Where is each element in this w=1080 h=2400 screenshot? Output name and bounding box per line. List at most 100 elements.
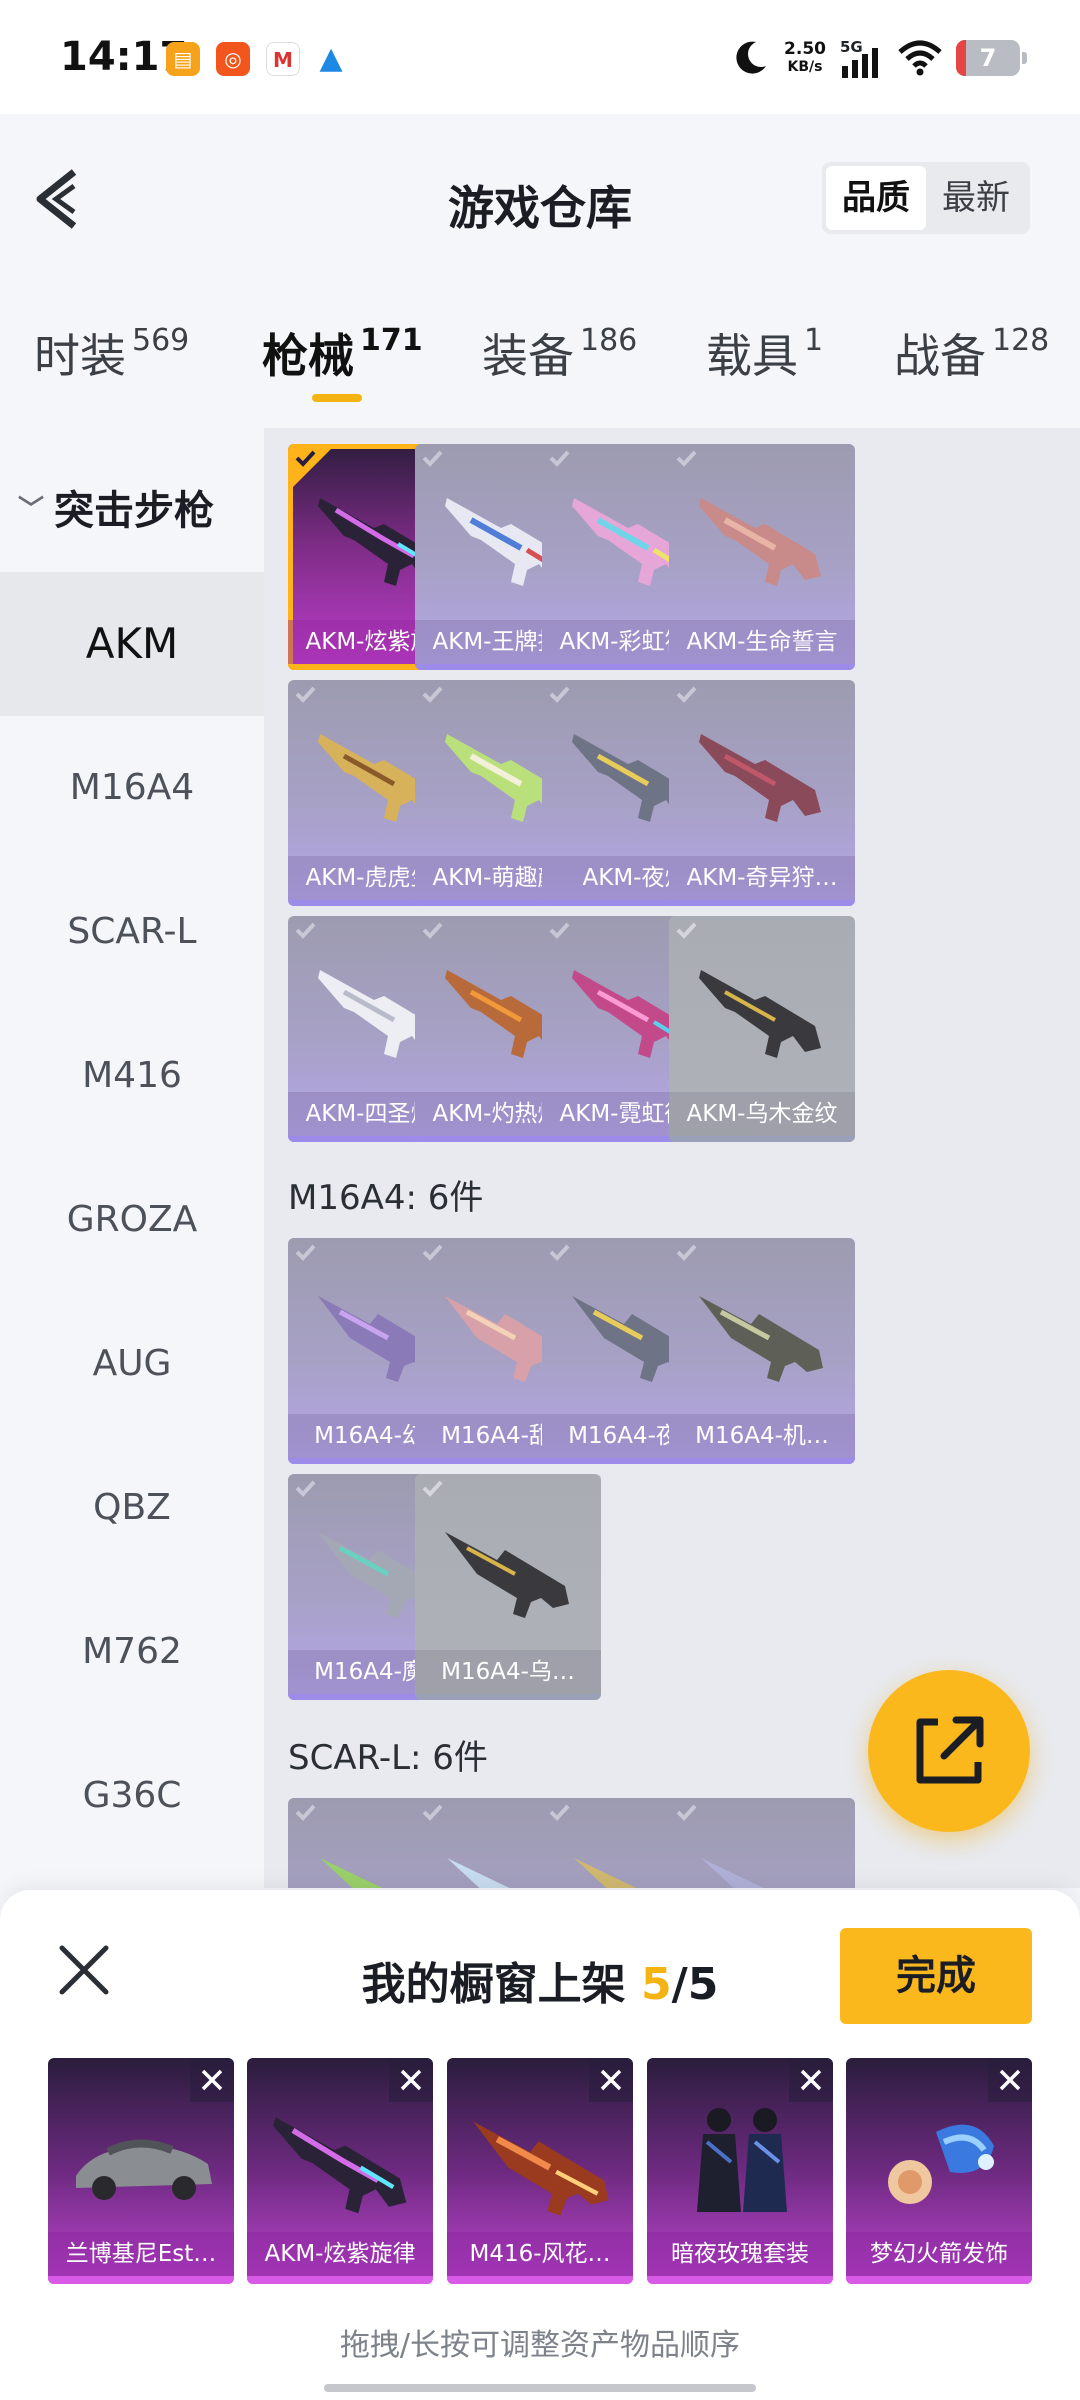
- skin-card[interactable]: AKM-生命誓言: [669, 444, 855, 670]
- remove-icon[interactable]: [389, 2058, 433, 2102]
- sort-quality-option[interactable]: 品质: [826, 166, 926, 230]
- gmail-icon: M: [266, 42, 300, 76]
- check-icon: [549, 1804, 570, 1821]
- tab-vehicles[interactable]: 载具 1: [706, 320, 823, 386]
- check-icon: [295, 1244, 316, 1261]
- skin-card[interactable]: AKM-奇异狩…: [669, 680, 855, 906]
- sidebar-item-groza[interactable]: GROZA: [0, 1148, 264, 1292]
- active-tab-indicator: [312, 394, 362, 402]
- sort-toggle[interactable]: 品质 最新: [822, 162, 1030, 234]
- check-icon: [295, 1804, 316, 1821]
- skin-name: M16A4-乌…: [415, 1650, 601, 1694]
- sidebar-group-assault-rifles[interactable]: ﹀ 突击步枪: [18, 478, 214, 536]
- shelf-item[interactable]: AKM-炫紫旋律: [247, 2058, 433, 2284]
- shelf-item[interactable]: M416-风花…: [447, 2058, 633, 2284]
- remove-icon[interactable]: [789, 2058, 833, 2102]
- sort-newest-option[interactable]: 最新: [926, 166, 1026, 230]
- wifi-icon: [898, 40, 942, 76]
- taobao-app-icon: ◎: [216, 42, 250, 76]
- shelf-item-name: AKM-炫紫旋律: [247, 2232, 433, 2276]
- home-indicator[interactable]: [324, 2384, 756, 2392]
- cell-signal-icon: 5G: [840, 38, 884, 78]
- shelf-item-name: 暗夜玫瑰套装: [647, 2232, 833, 2276]
- shelf-item-name: 兰博基尼Est…: [48, 2232, 234, 2276]
- net-speed: 2.50 KB/s: [784, 39, 826, 75]
- check-icon: [295, 686, 316, 703]
- section-title-m16a4: M16A4: 6件: [288, 1178, 484, 1218]
- sidebar-item-scar-l[interactable]: SCAR-L: [0, 860, 264, 1004]
- sidebar-item-m416[interactable]: M416: [0, 1004, 264, 1148]
- shelf-item[interactable]: 兰博基尼Est…: [48, 2058, 234, 2284]
- check-icon: [422, 1480, 443, 1497]
- sidebar-item-qbz[interactable]: QBZ: [0, 1436, 264, 1580]
- check-icon: [549, 1244, 570, 1261]
- rifle-image: [699, 1296, 823, 1382]
- check-icon: [549, 686, 570, 703]
- sidebar-item-aug[interactable]: AUG: [0, 1292, 264, 1436]
- notes-app-icon: ▤: [166, 42, 200, 76]
- check-icon: [676, 1804, 697, 1821]
- check-icon: [549, 922, 570, 939]
- car-image: [76, 2139, 212, 2200]
- moon-icon: [736, 41, 767, 74]
- check-icon: [676, 686, 697, 703]
- share-button[interactable]: [868, 1670, 1030, 1832]
- share-export-icon: [916, 1716, 984, 1784]
- check-icon: [422, 686, 443, 703]
- selected-check-icon: [292, 444, 336, 488]
- shelf-item[interactable]: 暗夜玫瑰套装: [647, 2058, 833, 2284]
- chevron-down-icon: ﹀: [18, 495, 45, 525]
- skin-name: AKM-生命誓言: [669, 620, 855, 664]
- rifle-image: [473, 2121, 609, 2216]
- skin-name: AKM-奇异狩…: [669, 856, 855, 900]
- check-icon: [676, 922, 697, 939]
- rifle-image: [701, 1858, 764, 1888]
- sidebar-item-m16a4[interactable]: M16A4: [0, 716, 264, 860]
- check-icon: [295, 922, 316, 939]
- showcase-panel: 我的橱窗上架 5/5 完成 兰博基尼Est… AKM-炫紫旋律 M416-风花…: [0, 1890, 1080, 2400]
- tab-supplies[interactable]: 战备 128: [894, 320, 1049, 386]
- weapon-skin-grid: 7级 AKM-炫紫旋律 AKM-王牌投手 AKM-彩虹符号 AKM-生命誓言 A…: [264, 428, 1080, 1888]
- check-icon: [676, 1244, 697, 1261]
- skin-card[interactable]: [669, 1798, 855, 1888]
- sidebar-item-akm[interactable]: AKM: [0, 572, 264, 716]
- sidebar-item-g36c[interactable]: G36C: [0, 1724, 264, 1868]
- tab-firearms[interactable]: 枪械 171: [262, 320, 423, 386]
- section-title-scar-l: SCAR-L: 6件: [288, 1738, 488, 1778]
- check-icon: [422, 450, 443, 467]
- tab-equipment[interactable]: 装备 186: [482, 320, 637, 386]
- top-header: 游戏仓库 品质 最新: [0, 114, 1080, 284]
- reorder-hint: 拖拽/长按可调整资产物品顺序: [339, 2328, 741, 2363]
- sidebar-item-m762[interactable]: M762: [0, 1580, 264, 1724]
- showcase-count: 5: [641, 1959, 672, 2010]
- rifle-image: [273, 2117, 407, 2214]
- rifle-image: [445, 1532, 569, 1618]
- warning-icon: ▲: [314, 42, 348, 76]
- battery-indicator: 7: [956, 40, 1027, 76]
- remove-icon[interactable]: [988, 2058, 1032, 2102]
- check-icon: [422, 1244, 443, 1261]
- rifle-image: [699, 734, 821, 822]
- shelf-item[interactable]: 梦幻火箭发饰: [846, 2058, 1032, 2284]
- remove-icon[interactable]: [190, 2058, 234, 2102]
- skin-card[interactable]: M16A4-乌…: [415, 1474, 601, 1700]
- skin-name: AKM-乌木金纹: [669, 1092, 855, 1136]
- rifle-image: [699, 970, 821, 1058]
- skin-card[interactable]: M16A4-机…: [669, 1238, 855, 1464]
- skin-card[interactable]: AKM-乌木金纹: [669, 916, 855, 1142]
- shelf-item-name: M416-风花…: [447, 2232, 633, 2276]
- shelf-item-name: 梦幻火箭发饰: [846, 2232, 1032, 2276]
- done-button[interactable]: 完成: [840, 1928, 1032, 2024]
- weapon-sidebar: ﹀ 突击步枪 AKM M16A4 SCAR-L M416 GROZA AUG QB…: [0, 428, 264, 1888]
- outfit-image: [697, 2108, 787, 2212]
- status-bar: 14:17 ▤ ◎ M ▲ 2.50 KB/s 5G 7: [0, 0, 1080, 114]
- check-icon: [549, 450, 570, 467]
- remove-icon[interactable]: [589, 2058, 633, 2102]
- category-tabs: 时装 569 枪械 171 装备 186 载具 1 战备 128: [0, 284, 1080, 424]
- hair-accessory-image: [888, 2124, 994, 2204]
- check-icon: [295, 1480, 316, 1497]
- skin-name: M16A4-机…: [669, 1414, 855, 1458]
- check-icon: [676, 450, 697, 467]
- rifle-image: [699, 498, 821, 586]
- tab-fashion[interactable]: 时装 569: [34, 320, 189, 386]
